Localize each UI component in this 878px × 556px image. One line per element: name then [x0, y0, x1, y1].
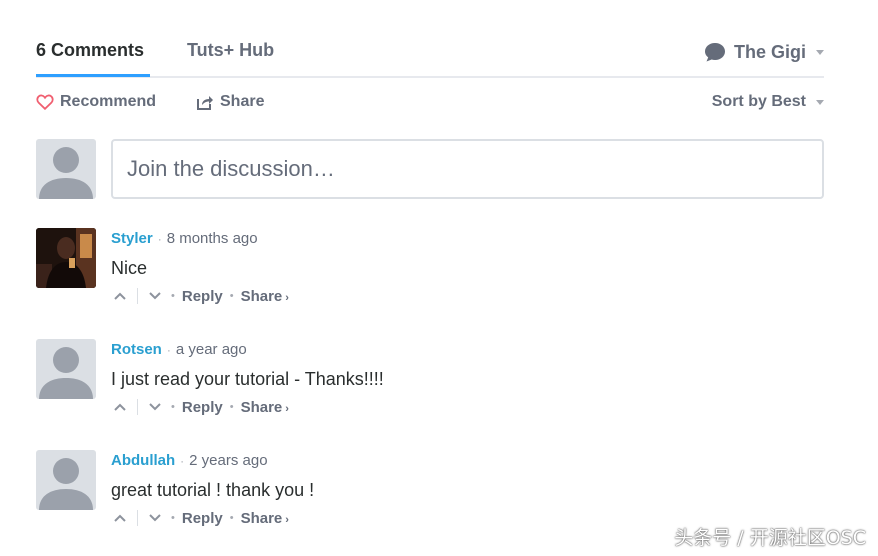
- avatar[interactable]: [36, 339, 96, 399]
- share-arrow-icon: [197, 95, 213, 110]
- share-comment-button[interactable]: Share ›: [241, 288, 289, 305]
- comment-timestamp[interactable]: a year ago: [176, 341, 247, 358]
- meta-separator: ·: [157, 231, 162, 246]
- footer-separator: •: [229, 290, 234, 302]
- user-menu[interactable]: The Gigi: [704, 38, 824, 66]
- vote-divider: [137, 288, 138, 304]
- tab-comments[interactable]: 6 Comments: [36, 40, 150, 77]
- comment-input[interactable]: Join the discussion…: [111, 139, 824, 199]
- vote-divider: [137, 510, 138, 526]
- comment-item: Rotsen · a year ago I just read your tut…: [36, 339, 824, 429]
- share-label: Share: [220, 93, 265, 110]
- chevron-up-icon: [114, 403, 126, 411]
- share-comment-label: Share: [240, 398, 283, 416]
- chevron-right-icon: ›: [285, 402, 289, 415]
- chevron-right-icon: ›: [285, 513, 289, 526]
- share-comment-button[interactable]: Share ›: [241, 399, 289, 416]
- comment-footer: • Reply • Share ›: [111, 286, 289, 306]
- avatar[interactable]: [36, 228, 96, 288]
- tab-community[interactable]: Tuts+ Hub: [187, 40, 274, 61]
- tab-comments-label: 6 Comments: [36, 40, 145, 60]
- user-name: The Gigi: [734, 41, 806, 62]
- vote-divider: [137, 399, 138, 415]
- upvote-button[interactable]: [111, 509, 129, 527]
- footer-separator: •: [229, 401, 234, 413]
- comment-author[interactable]: Rotsen: [111, 341, 162, 358]
- comment-input-placeholder: Join the discussion…: [127, 156, 335, 181]
- sort-dropdown[interactable]: Sort by Best: [712, 93, 824, 111]
- caret-down-icon: [816, 49, 824, 55]
- share-thread-button[interactable]: Share: [196, 93, 264, 111]
- tab-community-label: Tuts+ Hub: [187, 40, 275, 60]
- disqus-comments-panel: 6 Comments Tuts+ Hub The Gigi Recommend: [0, 0, 878, 556]
- speech-bubble-icon: [705, 43, 725, 62]
- recommend-button[interactable]: Recommend: [36, 93, 156, 111]
- chevron-down-icon: [149, 514, 161, 522]
- comment-body: I just read your tutorial - Thanks!!!!: [111, 369, 384, 389]
- chevron-up-icon: [114, 292, 126, 300]
- share-comment-label: Share: [240, 509, 283, 527]
- footer-separator: •: [171, 512, 175, 524]
- upvote-button[interactable]: [111, 287, 129, 305]
- default-avatar-icon: [39, 347, 93, 399]
- user-photo-avatar: [36, 228, 96, 288]
- meta-separator: ·: [166, 342, 171, 357]
- sort-label: Sort by Best: [711, 93, 806, 110]
- downvote-button[interactable]: [146, 509, 164, 527]
- comment-body: Nice: [111, 258, 148, 278]
- reply-button[interactable]: Reply: [182, 510, 223, 527]
- comment-author[interactable]: Styler: [111, 230, 153, 247]
- comment-meta: Abdullah · 2 years ago: [111, 452, 268, 469]
- comment-timestamp[interactable]: 2 years ago: [189, 452, 267, 469]
- chevron-down-icon: [149, 403, 161, 411]
- recommend-label: Recommend: [60, 93, 157, 110]
- default-avatar-icon: [39, 458, 93, 510]
- footer-separator: •: [171, 290, 175, 302]
- comments-tab-bar: 6 Comments Tuts+ Hub The Gigi: [36, 38, 824, 78]
- downvote-button[interactable]: [146, 287, 164, 305]
- downvote-button[interactable]: [146, 398, 164, 416]
- upvote-button[interactable]: [111, 398, 129, 416]
- comment-footer: • Reply • Share ›: [111, 508, 289, 528]
- caret-down-icon: [816, 99, 824, 105]
- active-tab-underline: [36, 74, 150, 77]
- chevron-up-icon: [114, 514, 126, 522]
- reply-button[interactable]: Reply: [182, 288, 223, 305]
- meta-separator: ·: [180, 453, 185, 468]
- comment-author[interactable]: Abdullah: [111, 452, 175, 469]
- footer-separator: •: [171, 401, 175, 413]
- current-user-avatar: [36, 139, 96, 199]
- comment-meta: Styler · 8 months ago: [111, 230, 258, 247]
- default-avatar-icon: [39, 147, 93, 199]
- heart-icon: [36, 94, 54, 110]
- chevron-down-icon: [149, 292, 161, 300]
- share-comment-button[interactable]: Share ›: [241, 510, 289, 527]
- share-comment-label: Share: [240, 287, 283, 305]
- comment-meta: Rotsen · a year ago: [111, 341, 247, 358]
- comment-body: great tutorial ! thank you !: [111, 480, 315, 500]
- avatar[interactable]: [36, 450, 96, 510]
- reply-button[interactable]: Reply: [182, 399, 223, 416]
- footer-separator: •: [229, 512, 234, 524]
- comment-timestamp[interactable]: 8 months ago: [167, 230, 258, 247]
- comment-item: Styler · 8 months ago Nice • Reply • Sha…: [36, 228, 824, 318]
- thread-actions: Recommend Share Sort by Best: [36, 93, 824, 117]
- chevron-right-icon: ›: [285, 291, 289, 304]
- watermark: 头条号 / 开源社区OSC: [674, 527, 866, 549]
- comment-footer: • Reply • Share ›: [111, 397, 289, 417]
